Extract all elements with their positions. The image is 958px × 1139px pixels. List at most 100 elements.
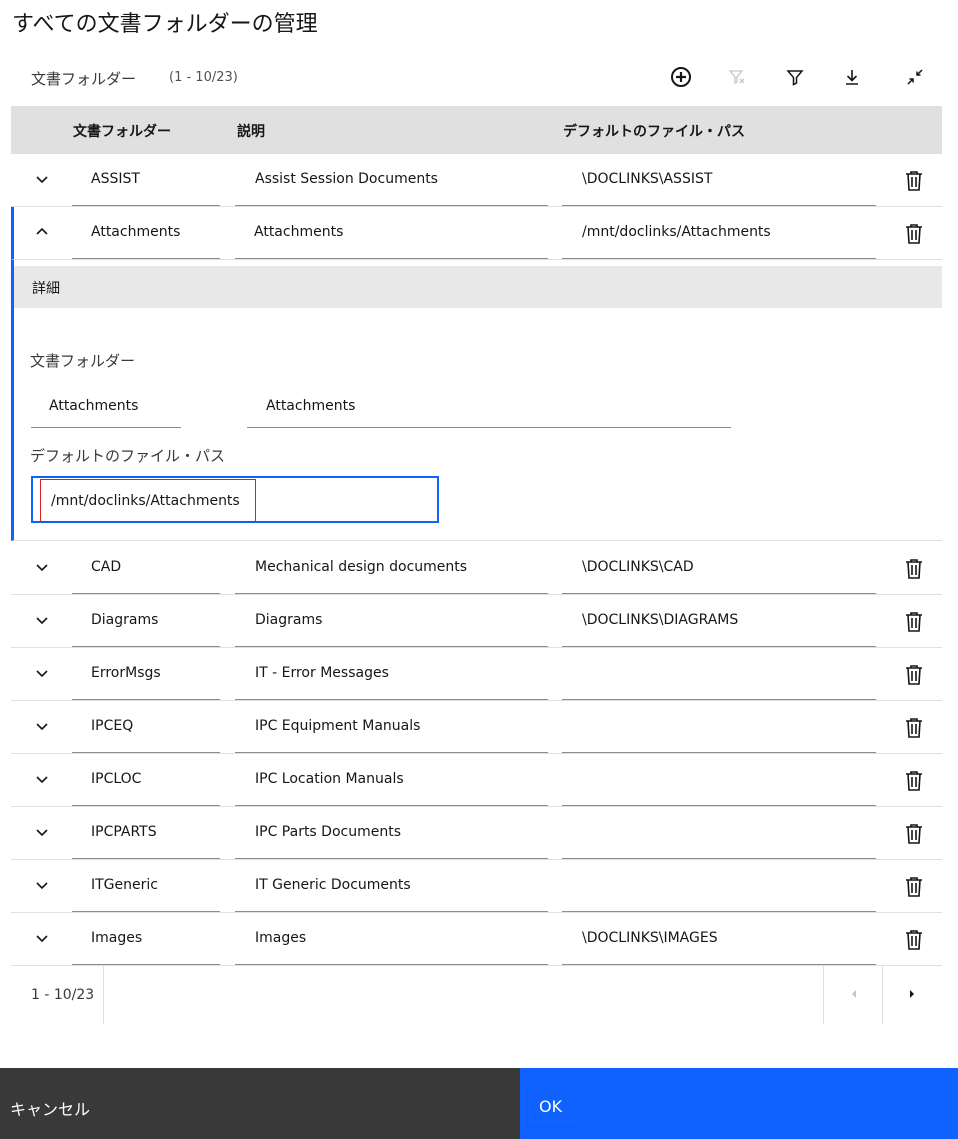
description-text: Attachments: [254, 224, 344, 240]
folder-cell[interactable]: ASSIST: [72, 154, 220, 206]
trash-icon[interactable]: [902, 769, 926, 793]
folder-cell[interactable]: ITGeneric: [72, 860, 220, 912]
path-cell[interactable]: \DOCLINKS\DIAGRAMS: [562, 595, 876, 647]
clear-filter-icon[interactable]: [724, 64, 750, 90]
cancel-button[interactable]: キャンセル: [0, 1068, 520, 1139]
folder-name: Attachments: [91, 224, 181, 240]
previous-page-icon[interactable]: [846, 986, 862, 1002]
trash-icon[interactable]: [902, 169, 926, 193]
path-text: \DOCLINKS\CAD: [582, 559, 694, 575]
folder-name: CAD: [91, 559, 122, 575]
description-cell[interactable]: IPC Parts Documents: [235, 807, 548, 859]
chevron-down-icon[interactable]: [31, 874, 53, 896]
folder-cell[interactable]: Images: [72, 913, 220, 965]
divider: [103, 966, 104, 1024]
folder-cell[interactable]: IPCLOC: [72, 754, 220, 806]
chevron-down-icon[interactable]: [31, 168, 53, 190]
folder-name: ErrorMsgs: [91, 665, 161, 681]
table-row: IPCLOC IPC Location Manuals: [11, 754, 942, 807]
path-text: \DOCLINKS\IMAGES: [582, 930, 718, 946]
folder-cell[interactable]: Attachments: [72, 207, 220, 259]
path-input-value: /mnt/doclinks/Attachments: [51, 493, 240, 509]
folder-field[interactable]: Attachments: [31, 384, 181, 428]
chevron-down-icon[interactable]: [31, 556, 53, 578]
header-path[interactable]: デフォルトのファイル・パス: [563, 121, 745, 141]
path-text: \DOCLINKS\DIAGRAMS: [582, 612, 739, 628]
table-row: IPCPARTS IPC Parts Documents: [11, 807, 942, 860]
path-cell[interactable]: \DOCLINKS\IMAGES: [562, 913, 876, 965]
trash-icon[interactable]: [902, 663, 926, 687]
description-cell[interactable]: IT Generic Documents: [235, 860, 548, 912]
description-cell[interactable]: Assist Session Documents: [235, 154, 548, 206]
download-icon[interactable]: [839, 64, 865, 90]
ok-button-label: OK: [539, 1097, 563, 1116]
folder-cell[interactable]: IPCEQ: [72, 701, 220, 753]
chevron-down-icon[interactable]: [31, 609, 53, 631]
next-page-icon[interactable]: [904, 986, 920, 1002]
path-cell[interactable]: /mnt/doclinks/Attachments: [562, 207, 876, 259]
folder-name: Diagrams: [91, 612, 159, 628]
path-input[interactable]: /mnt/doclinks/Attachments: [31, 476, 439, 523]
description-text: Assist Session Documents: [255, 171, 438, 187]
description-cell[interactable]: Diagrams: [235, 595, 548, 647]
trash-icon[interactable]: [902, 557, 926, 581]
description-text: IPC Equipment Manuals: [255, 718, 421, 734]
path-cell[interactable]: \DOCLINKS\ASSIST: [562, 154, 876, 206]
trash-icon[interactable]: [902, 875, 926, 899]
add-icon[interactable]: [668, 64, 694, 90]
divider: [882, 966, 883, 1024]
header-description[interactable]: 説明: [237, 121, 265, 141]
chevron-down-icon[interactable]: [31, 927, 53, 949]
table-header: 文書フォルダー 説明 デフォルトのファイル・パス: [11, 106, 942, 154]
chevron-down-icon[interactable]: [31, 821, 53, 843]
chevron-up-icon[interactable]: [31, 221, 53, 243]
description-cell[interactable]: Images: [235, 913, 548, 965]
description-cell[interactable]: IT - Error Messages: [235, 648, 548, 700]
chevron-down-icon[interactable]: [31, 662, 53, 684]
folder-cell[interactable]: IPCPARTS: [72, 807, 220, 859]
dialog-footer: キャンセル OK: [0, 1068, 958, 1139]
folder-name: IPCEQ: [91, 718, 134, 734]
collapse-icon[interactable]: [902, 64, 928, 90]
header-folder[interactable]: 文書フォルダー: [73, 121, 171, 141]
path-cell[interactable]: [562, 701, 876, 753]
folder-cell[interactable]: ErrorMsgs: [72, 648, 220, 700]
path-cell[interactable]: [562, 807, 876, 859]
row-details-panel: 詳細 文書フォルダー Attachments Attachments デフォルト…: [11, 260, 942, 541]
description-cell[interactable]: IPC Equipment Manuals: [235, 701, 548, 753]
table-row: ErrorMsgs IT - Error Messages: [11, 648, 942, 701]
description-cell[interactable]: IPC Location Manuals: [235, 754, 548, 806]
trash-icon[interactable]: [902, 822, 926, 846]
folder-label: 文書フォルダー: [30, 352, 136, 370]
table-toolbar: 文書フォルダー (1 - 10/23): [11, 56, 942, 100]
folder-name: Images: [91, 930, 143, 946]
cancel-button-label: キャンセル: [10, 1100, 91, 1119]
description-text: IT Generic Documents: [255, 877, 411, 893]
filter-icon[interactable]: [782, 64, 808, 90]
details-heading-text: 詳細: [32, 281, 60, 297]
path-text: \DOCLINKS\ASSIST: [582, 171, 713, 187]
table-row: ASSIST Assist Session Documents \DOCLINK…: [11, 154, 942, 207]
ok-button[interactable]: OK: [520, 1068, 958, 1139]
path-cell[interactable]: [562, 648, 876, 700]
description-text: IPC Parts Documents: [255, 824, 402, 840]
folder-cell[interactable]: Diagrams: [72, 595, 220, 647]
pagination-count: 1 - 10/23: [31, 987, 95, 1003]
trash-icon[interactable]: [902, 610, 926, 634]
folder-name: ITGeneric: [91, 877, 158, 893]
folder-description-field[interactable]: Attachments: [247, 384, 731, 428]
trash-icon[interactable]: [902, 716, 926, 740]
description-cell[interactable]: Attachments: [235, 207, 548, 259]
chevron-down-icon[interactable]: [31, 715, 53, 737]
table-row: IPCEQ IPC Equipment Manuals: [11, 701, 942, 754]
description-cell[interactable]: Mechanical design documents: [235, 542, 548, 594]
path-cell[interactable]: \DOCLINKS\CAD: [562, 542, 876, 594]
path-cell[interactable]: [562, 754, 876, 806]
path-label: デフォルトのファイル・パス: [30, 447, 226, 465]
folder-cell[interactable]: CAD: [72, 542, 220, 594]
path-input-highlight: /mnt/doclinks/Attachments: [40, 479, 256, 522]
trash-icon[interactable]: [902, 222, 926, 246]
path-cell[interactable]: [562, 860, 876, 912]
chevron-down-icon[interactable]: [31, 768, 53, 790]
trash-icon[interactable]: [902, 928, 926, 952]
